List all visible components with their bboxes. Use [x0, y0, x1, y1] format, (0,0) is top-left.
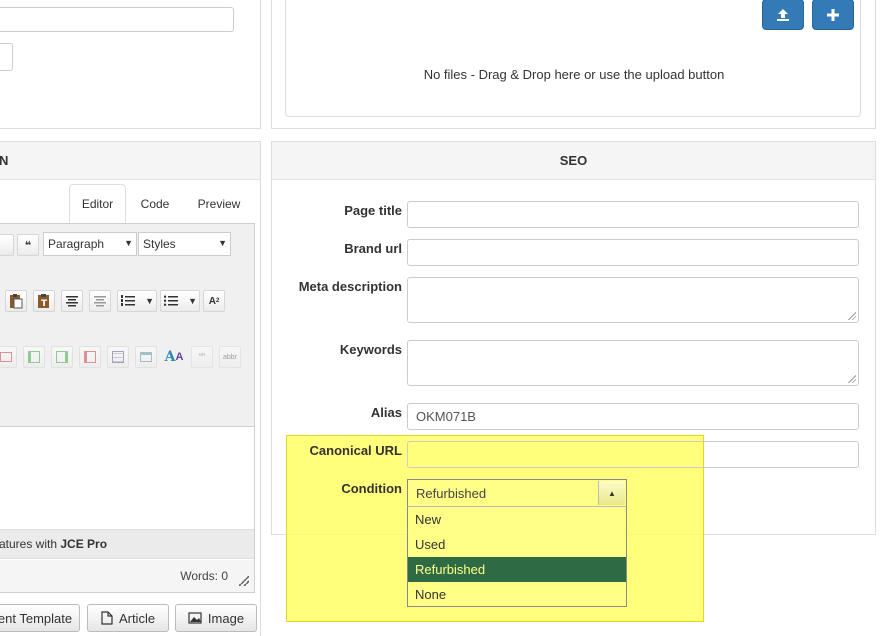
- condition-option-new[interactable]: New: [408, 507, 626, 532]
- svg-text:T: T: [41, 299, 48, 309]
- seo-panel-header: SEO: [272, 142, 875, 180]
- dropzone-empty-message: No files - Drag & Drop here or use the u…: [423, 67, 725, 82]
- page-title-input[interactable]: [407, 201, 859, 228]
- meta-description-label: Meta description: [298, 279, 402, 294]
- upload-icon: [777, 8, 789, 21]
- article-icon: [101, 611, 113, 625]
- plus-icon: [827, 8, 839, 21]
- blockquote-icon[interactable]: ❝: [17, 234, 39, 256]
- promo-brand-link[interactable]: JCE Pro: [60, 537, 107, 551]
- meta-description-textarea[interactable]: [407, 277, 859, 323]
- top-left-input[interactable]: [0, 7, 234, 32]
- align-justify-icon[interactable]: [89, 290, 111, 312]
- chevron-up-icon[interactable]: ▲: [598, 481, 625, 505]
- upload-button[interactable]: [762, 0, 804, 30]
- keywords-textarea[interactable]: [407, 340, 859, 386]
- condition-select[interactable]: Refurbished ▲: [407, 479, 627, 506]
- brand-url-input[interactable]: [407, 239, 859, 266]
- table-insert-col-before-icon[interactable]: [23, 346, 45, 368]
- page-title-label: Page title: [344, 203, 402, 218]
- table-insert-col-after-icon[interactable]: [51, 346, 73, 368]
- brand-url-label: Brand url: [344, 241, 402, 256]
- format-select[interactable]: Paragraph ▼: [43, 232, 137, 256]
- condition-option-used[interactable]: Used: [408, 532, 626, 557]
- editor-panel-header: N: [0, 142, 260, 180]
- ordered-list-icon[interactable]: ▼: [117, 290, 157, 312]
- unordered-list-icon[interactable]: ▼: [160, 290, 200, 312]
- top-left-panel: [0, 0, 261, 129]
- condition-dropdown-list: New Used Refurbished None: [407, 506, 627, 607]
- alias-input[interactable]: OKM071B: [407, 403, 859, 430]
- canonical-url-label: Canonical URL: [309, 443, 402, 458]
- align-center-icon[interactable]: [61, 290, 83, 312]
- condition-option-refurbished[interactable]: Refurbished: [408, 557, 626, 582]
- paste-text-icon[interactable]: T: [33, 290, 55, 312]
- dropzone[interactable]: No files - Drag & Drop here or use the u…: [285, 0, 861, 117]
- table-delete-col-icon[interactable]: [79, 346, 101, 368]
- resize-handle-icon[interactable]: [848, 312, 856, 320]
- insert-template-button[interactable]: ent Template: [0, 604, 80, 632]
- insert-article-button[interactable]: Article: [87, 604, 169, 632]
- resize-handle-icon[interactable]: [848, 375, 856, 383]
- condition-option-none[interactable]: None: [408, 582, 626, 607]
- promo-text: atures with: [0, 537, 61, 551]
- table-props-icon[interactable]: [135, 346, 157, 368]
- editor-status-bar: Words: 0: [0, 560, 254, 592]
- image-icon: [188, 612, 202, 624]
- canonical-url-input[interactable]: [407, 441, 859, 468]
- word-count: Words: 0: [180, 569, 228, 583]
- keywords-label: Keywords: [339, 342, 402, 357]
- tab-code[interactable]: Code: [129, 184, 181, 224]
- insert-image-button[interactable]: Image: [175, 604, 257, 632]
- promo-bar: atures with JCE Pro: [0, 529, 254, 559]
- editor-panel-title: N: [0, 153, 9, 168]
- table-grid-icon[interactable]: [107, 346, 129, 368]
- chevron-down-icon: ▼: [124, 238, 133, 248]
- top-left-small-button[interactable]: [0, 43, 13, 71]
- condition-label: Condition: [341, 481, 402, 496]
- tab-editor[interactable]: Editor: [69, 184, 126, 224]
- add-file-button[interactable]: [812, 0, 854, 30]
- resize-handle-icon[interactable]: [239, 576, 249, 586]
- seo-panel-title: SEO: [559, 153, 588, 168]
- toolbar-cut-icon[interactable]: [0, 234, 14, 256]
- table-delete-row-icon[interactable]: [0, 346, 17, 368]
- alias-label: Alias: [370, 405, 402, 420]
- chevron-down-icon: ▼: [145, 296, 154, 306]
- paste-icon[interactable]: [5, 290, 27, 312]
- font-color-icon[interactable]: AA: [163, 346, 185, 368]
- media-panel: No files - Drag & Drop here or use the u…: [271, 0, 876, 129]
- condition-selected-value: Refurbished: [416, 485, 487, 501]
- chevron-down-icon: ▼: [188, 296, 197, 306]
